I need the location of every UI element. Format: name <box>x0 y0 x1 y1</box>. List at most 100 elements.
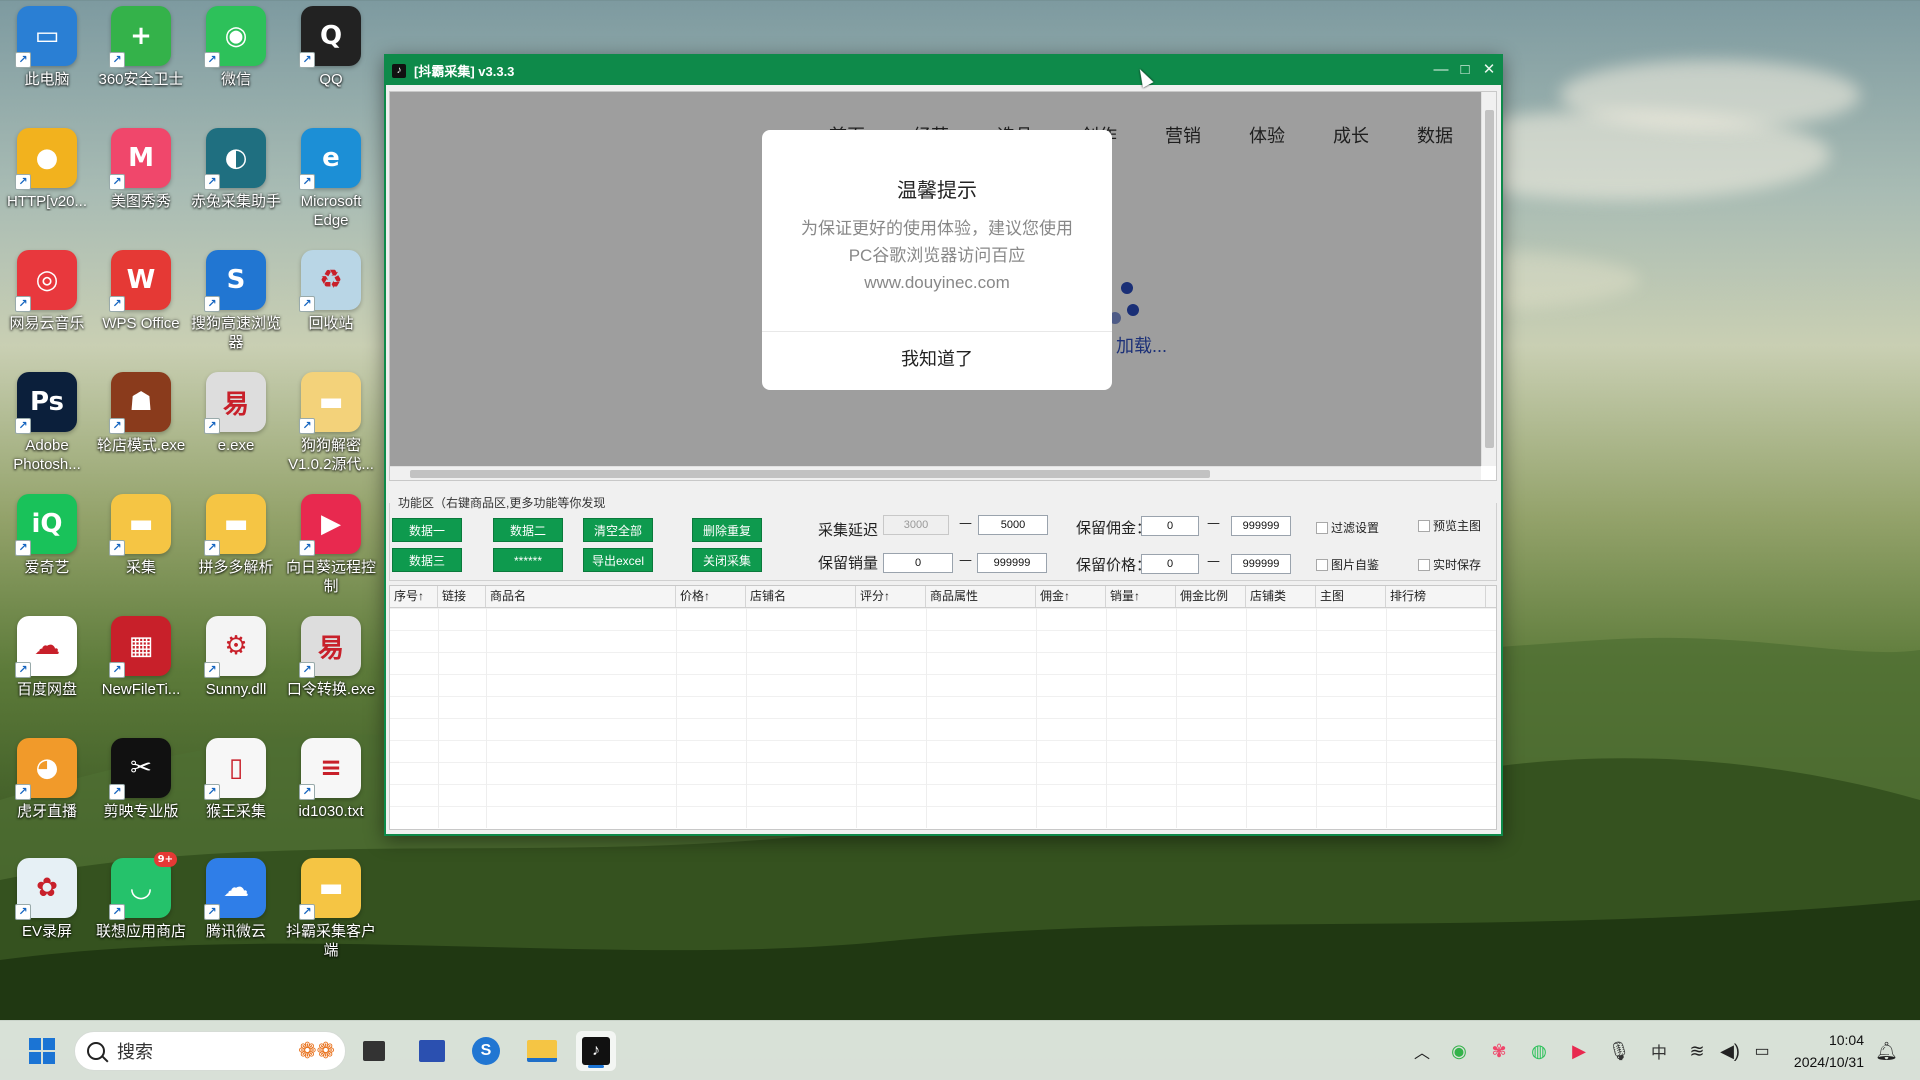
microphone-icon[interactable]: 🎙 <box>1599 1041 1639 1062</box>
export-excel-button[interactable]: 导出excel <box>583 548 653 572</box>
desktop-icon[interactable]: ◕ ↗ 虎牙直播 <box>0 738 94 856</box>
sales-max-input[interactable]: 999999 <box>977 553 1047 573</box>
desktop-icon[interactable]: 易 ↗ e.exe <box>189 372 283 490</box>
clock[interactable]: 10:04 2024/10/31 <box>1794 1029 1864 1073</box>
notification-bell-icon[interactable]: 🔔︎ <box>1875 1041 1898 1062</box>
desktop-icon[interactable]: ◎ ↗ 网易云音乐 <box>0 250 94 368</box>
realtime-save-checkbox[interactable]: 实时保存 <box>1418 556 1481 573</box>
data-three-button[interactable]: 数据三 <box>392 548 462 572</box>
col-shop-name[interactable]: 店铺名 <box>746 586 856 607</box>
desktop-icon[interactable]: W ↗ WPS Office <box>94 250 188 368</box>
desktop-icon[interactable]: ▶ ↗ 向日葵远程控制 <box>284 494 378 612</box>
delay-max-input[interactable]: 5000 <box>978 515 1048 535</box>
desktop-icon[interactable]: ▭ ↗ 此电脑 <box>0 6 94 124</box>
scroll-thumb[interactable] <box>1485 110 1494 448</box>
col-commission[interactable]: 佣金↑ <box>1036 586 1106 607</box>
desktop-icon[interactable]: M ↗ 美图秀秀 <box>94 128 188 246</box>
checkbox-box[interactable] <box>1418 519 1430 532</box>
checkbox-box[interactable] <box>1418 558 1430 571</box>
embedded-browser[interactable]: 首页 经营 选品 创作 营销 体验 成长 数据 加载... 温馨提示 为保证更好… <box>389 91 1497 481</box>
file-explorer-icon[interactable] <box>522 1031 562 1071</box>
col-commission-rate[interactable]: 佣金比例 <box>1176 586 1246 607</box>
image-check-checkbox[interactable]: 图片自鉴 <box>1316 556 1379 573</box>
close-button[interactable]: ✕ <box>1477 56 1501 85</box>
data-one-button[interactable]: 数据一 <box>392 518 462 542</box>
task-view-icon[interactable] <box>354 1031 394 1071</box>
desktop-icon[interactable]: ▯ ↗ 猴王采集 <box>189 738 283 856</box>
price-min-input[interactable]: 0 <box>1141 554 1199 574</box>
maximize-button[interactable]: □ <box>1453 56 1477 85</box>
desktop-icon[interactable]: ▬ ↗ 采集 <box>94 494 188 612</box>
desktop-icon[interactable]: ☁ ↗ 百度网盘 <box>0 616 94 734</box>
product-table[interactable]: 序号↑ 链接 商品名 价格↑ 店铺名 评分↑ 商品属性 佣金↑ 销量↑ 佣金比例… <box>389 585 1497 830</box>
col-main-image[interactable]: 主图 <box>1316 586 1386 607</box>
col-shop-type[interactable]: 店铺类 <box>1246 586 1316 607</box>
desktop-icon[interactable]: e ↗ Microsoft Edge <box>284 128 378 246</box>
commission-min-input[interactable]: 0 <box>1141 516 1199 536</box>
show-hidden-icons-icon[interactable]: ︿ <box>1405 1039 1439 1063</box>
title-bar[interactable]: ♪ [抖霸采集] v3.3.3 — □ ✕ <box>386 56 1501 85</box>
col-product-name[interactable]: 商品名 <box>486 586 676 607</box>
delay-min-input[interactable]: 3000 <box>883 515 949 535</box>
volume-icon[interactable]: ◀) <box>1715 1041 1745 1062</box>
clear-all-button[interactable]: 清空全部 <box>583 518 653 542</box>
battery-icon[interactable]: ▭ <box>1745 1041 1779 1061</box>
sogou-browser-taskbar-icon[interactable]: S <box>466 1031 506 1071</box>
desktop-icon[interactable]: 易 ↗ 口令转换.exe <box>284 616 378 734</box>
desktop-icon[interactable]: ◐ ↗ 赤兔采集助手 <box>189 128 283 246</box>
remote-desktop-app-icon[interactable] <box>412 1031 452 1071</box>
desktop-icon[interactable]: + ↗ 360安全卫士 <box>94 6 188 124</box>
col-price[interactable]: 价格↑ <box>676 586 746 607</box>
delete-duplicates-button[interactable]: 删除重复 <box>692 518 762 542</box>
col-index[interactable]: 序号↑ <box>390 586 438 607</box>
desktop-icon[interactable]: S ↗ 搜狗高速浏览器 <box>189 250 283 368</box>
horizontal-scrollbar[interactable] <box>390 466 1481 480</box>
col-ranking[interactable]: 排行榜 <box>1386 586 1486 607</box>
desktop-icon[interactable]: ◡ 9+ ↗ 联想应用商店 <box>94 852 188 976</box>
desktop-icon[interactable]: ▬ ↗ 抖霸采集客户端 <box>284 858 378 976</box>
360-tray-icon[interactable]: ◉ <box>1439 1041 1479 1062</box>
sales-min-input[interactable]: 0 <box>883 553 953 573</box>
hidden-function-button[interactable]: ****** <box>493 548 563 572</box>
desktop-icon[interactable]: ▬ ↗ 拼多多解析 <box>189 494 283 612</box>
close-collect-button[interactable]: 关闭采集 <box>692 548 762 572</box>
col-sales[interactable]: 销量↑ <box>1106 586 1176 607</box>
desktop-icon[interactable]: ▬ ↗ 狗狗解密 V1.0.2源代... <box>284 372 378 490</box>
desktop-icon[interactable]: ▦ ↗ NewFileTi... <box>94 616 188 734</box>
filter-settings-checkbox[interactable]: 过滤设置 <box>1316 519 1379 536</box>
ime-indicator[interactable]: 中 <box>1639 1039 1679 1063</box>
data-two-button[interactable]: 数据二 <box>493 518 563 542</box>
desktop-icon[interactable]: ● ↗ HTTP[v20... <box>0 128 94 246</box>
commission-max-input[interactable]: 999999 <box>1231 516 1291 536</box>
desktop-icon[interactable]: iQ ↗ 爱奇艺 <box>0 494 94 612</box>
scroll-thumb[interactable] <box>410 470 1210 478</box>
start-button[interactable] <box>22 1031 62 1071</box>
checkbox-box[interactable] <box>1316 558 1328 571</box>
desktop-icon[interactable]: ✂ ↗ 剪映专业版 <box>94 738 188 856</box>
doubao-collect-taskbar-icon[interactable]: ♪ <box>576 1031 616 1071</box>
taskbar-search[interactable]: 搜索 ❁❁ <box>74 1031 346 1071</box>
desktop-icon[interactable]: ◉ ↗ 微信 <box>189 6 283 124</box>
sunlogin-tray-icon[interactable]: ▶ <box>1559 1041 1599 1062</box>
meitu-tray-icon[interactable]: ✾ <box>1479 1041 1519 1062</box>
checkbox-box[interactable] <box>1316 521 1328 534</box>
dialog-ok-button[interactable]: 我知道了 <box>762 345 1112 371</box>
desktop-icon[interactable]: ⚙ ↗ Sunny.dll <box>189 616 283 734</box>
preview-image-checkbox[interactable]: 预览主图 <box>1418 517 1481 534</box>
desktop-icon[interactable]: Ps ↗ Adobe Photosh... <box>0 372 94 490</box>
minimize-button[interactable]: — <box>1429 56 1453 85</box>
price-max-input[interactable]: 999999 <box>1231 554 1291 574</box>
monitor-icon: ▭ ↗ <box>15 6 77 68</box>
desktop-icon[interactable]: ≡ ↗ id1030.txt <box>284 738 378 856</box>
desktop-icon[interactable]: ☁ ↗ 腾讯微云 <box>189 858 283 976</box>
desktop-icon[interactable]: Q ↗ QQ <box>284 6 378 124</box>
desktop-icon[interactable]: ✿ ↗ EV录屏 <box>0 858 94 976</box>
desktop-icon[interactable]: ☗ ↗ 轮店模式.exe <box>94 372 188 490</box>
vertical-scrollbar[interactable] <box>1481 92 1496 466</box>
wechat-tray-icon[interactable]: ◍ <box>1519 1041 1559 1062</box>
desktop-icon[interactable]: ♻ ↗ 回收站 <box>284 250 378 368</box>
col-rating[interactable]: 评分↑ <box>856 586 926 607</box>
col-attributes[interactable]: 商品属性 <box>926 586 1036 607</box>
col-link[interactable]: 链接 <box>438 586 486 607</box>
wifi-icon[interactable]: ≋ <box>1679 1041 1715 1062</box>
